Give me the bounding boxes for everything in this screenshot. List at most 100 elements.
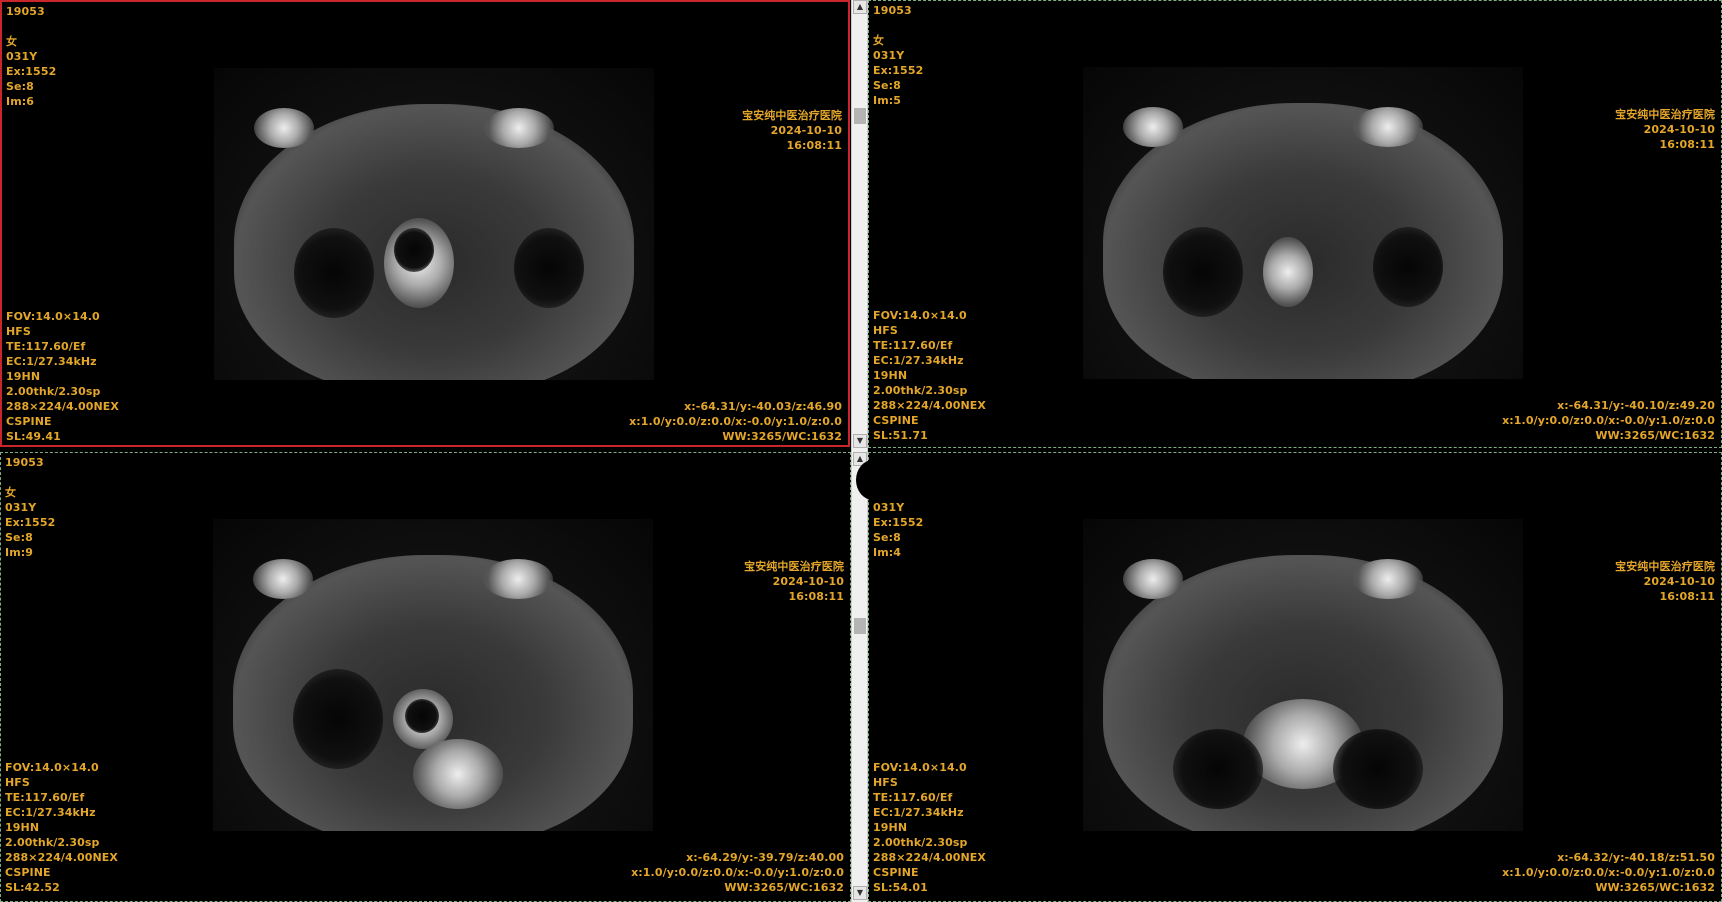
arrow-down-icon: ▼ xyxy=(856,436,864,445)
orientation: x:1.0/y:0.0/z:0.0/x:-0.0/y:1.0/z:0.0 xyxy=(631,866,844,879)
overlay-bottom-right: x:-64.29/y:-39.79/z:40.00 x:1.0/y:0.0/z:… xyxy=(631,850,844,895)
echo-bandwidth: EC:1/27.34kHz xyxy=(873,354,964,367)
position-coords: x:-64.29/y:-39.79/z:40.00 xyxy=(686,851,844,864)
overlay-bottom-right: x:-64.31/y:-40.10/z:49.20 x:1.0/y:0.0/z:… xyxy=(1502,398,1715,443)
coil: 19HN xyxy=(6,370,41,383)
exam-number: Ex:1552 xyxy=(5,516,56,529)
series-number: Se:8 xyxy=(873,531,901,544)
orientation: x:1.0/y:0.0/z:0.0/x:-0.0/y:1.0/z:0.0 xyxy=(1502,866,1715,879)
patient-age: 031Y xyxy=(873,501,905,514)
image-number: Im:4 xyxy=(873,546,902,559)
patient-id: 19053 xyxy=(5,456,44,469)
patient-id: 19053 xyxy=(6,5,45,18)
overlay-bottom-left: FOV:14.0×14.0 HFS TE:117.60/Ef EC:1/27.3… xyxy=(873,308,986,443)
position: HFS xyxy=(6,325,31,338)
scroll-thumb-bottom[interactable] xyxy=(854,618,866,634)
scroll-down-button[interactable]: ▼ xyxy=(853,434,867,448)
image-number: Im:5 xyxy=(873,94,902,107)
coil: 19HN xyxy=(873,821,908,834)
mri-image xyxy=(214,68,654,380)
vertical-scrollbar[interactable]: ▲ ▼ ▲ ▼ xyxy=(851,0,868,902)
window-level: WW:3265/WC:1632 xyxy=(1595,881,1715,894)
study-time: 16:08:11 xyxy=(1659,138,1715,151)
orientation: x:1.0/y:0.0/z:0.0/x:-0.0/y:1.0/z:0.0 xyxy=(1502,414,1715,427)
protocol: CSPINE xyxy=(6,415,52,428)
te: TE:117.60/Ef xyxy=(5,791,85,804)
overlay-top-left: 19053 女 031Y Ex:1552 Se:8 Im:6 xyxy=(6,4,56,109)
protocol: CSPINE xyxy=(873,866,919,879)
series-number: Se:8 xyxy=(5,531,33,544)
hospital-name: 宝安纯中医治疗医院 xyxy=(742,109,842,122)
fov: FOV:14.0×14.0 xyxy=(5,761,99,774)
te: TE:117.60/Ef xyxy=(873,791,953,804)
patient-age: 031Y xyxy=(5,501,37,514)
patient-sex: 女 xyxy=(6,35,18,48)
slice-location: SL:54.01 xyxy=(873,881,928,894)
matrix: 288×224/4.00NEX xyxy=(6,400,119,413)
cursor-marker xyxy=(856,460,890,500)
protocol: CSPINE xyxy=(873,414,919,427)
slice-location: SL:42.52 xyxy=(5,881,60,894)
overlay-bottom-right: x:-64.31/y:-40.03/z:46.90 x:1.0/y:0.0/z:… xyxy=(629,399,842,444)
coil: 19HN xyxy=(873,369,908,382)
study-date: 2024-10-10 xyxy=(770,124,842,137)
scroll-up-button[interactable]: ▲ xyxy=(853,0,867,14)
overlay-bottom-left: FOV:14.0×14.0 HFS TE:117.60/Ef EC:1/27.3… xyxy=(873,760,986,895)
overlay-top-right: 宝安纯中医治疗医院 2024-10-10 16:08:11 xyxy=(1615,107,1715,152)
series-number: Se:8 xyxy=(6,80,34,93)
image-number: Im:9 xyxy=(5,546,34,559)
position-coords: x:-64.31/y:-40.03/z:46.90 xyxy=(684,400,842,413)
echo-bandwidth: EC:1/27.34kHz xyxy=(6,355,97,368)
arrow-up-icon: ▲ xyxy=(856,454,864,463)
mri-image xyxy=(1083,67,1523,379)
window-level: WW:3265/WC:1632 xyxy=(722,430,842,443)
orientation: x:1.0/y:0.0/z:0.0/x:-0.0/y:1.0/z:0.0 xyxy=(629,415,842,428)
te: TE:117.60/Ef xyxy=(873,339,953,352)
patient-age: 031Y xyxy=(873,49,905,62)
window-level: WW:3265/WC:1632 xyxy=(724,881,844,894)
echo-bandwidth: EC:1/27.34kHz xyxy=(873,806,964,819)
position-coords: x:-64.31/y:-40.10/z:49.20 xyxy=(1557,399,1715,412)
fov: FOV:14.0×14.0 xyxy=(873,309,967,322)
matrix: 288×224/4.00NEX xyxy=(5,851,118,864)
slice-thickness: 2.00thk/2.30sp xyxy=(873,384,968,397)
study-date: 2024-10-10 xyxy=(1643,575,1715,588)
image-number: Im:6 xyxy=(6,95,35,108)
mri-image xyxy=(213,519,653,831)
fov: FOV:14.0×14.0 xyxy=(6,310,100,323)
exam-number: Ex:1552 xyxy=(873,516,924,529)
viewport-top-right[interactable]: 19053 女 031Y Ex:1552 Se:8 Im:5 宝安纯中医治疗医院… xyxy=(868,0,1722,448)
scroll-down-button[interactable]: ▼ xyxy=(853,886,867,900)
study-date: 2024-10-10 xyxy=(772,575,844,588)
patient-age: 031Y xyxy=(6,50,38,63)
study-date: 2024-10-10 xyxy=(1643,123,1715,136)
study-time: 16:08:11 xyxy=(786,139,842,152)
position-coords: x:-64.32/y:-40.18/z:51.50 xyxy=(1557,851,1715,864)
patient-sex: 女 xyxy=(5,486,17,499)
overlay-top-left: 19053 女 031Y Ex:1552 Se:8 Im:9 xyxy=(5,455,55,560)
viewport-top-left[interactable]: 19053 女 031Y Ex:1552 Se:8 Im:6 宝安纯中医治疗医院… xyxy=(0,0,850,447)
patient-id: 19053 xyxy=(873,4,912,17)
patient-name xyxy=(5,470,55,485)
position: HFS xyxy=(873,324,898,337)
arrow-up-icon: ▲ xyxy=(856,2,864,11)
exam-number: Ex:1552 xyxy=(873,64,924,77)
hospital-name: 宝安纯中医治疗医院 xyxy=(1615,108,1715,121)
matrix: 288×224/4.00NEX xyxy=(873,851,986,864)
scroll-thumb-top[interactable] xyxy=(854,108,866,124)
arrow-down-icon: ▼ xyxy=(856,888,864,897)
slice-thickness: 2.00thk/2.30sp xyxy=(873,836,968,849)
slice-location: SL:51.71 xyxy=(873,429,928,442)
viewport-bottom-left[interactable]: 19053 女 031Y Ex:1552 Se:8 Im:9 宝安纯中医治疗医院… xyxy=(0,452,851,902)
overlay-bottom-left: FOV:14.0×14.0 HFS TE:117.60/Ef EC:1/27.3… xyxy=(6,309,119,444)
overlay-top-right: 宝安纯中医治疗医院 2024-10-10 16:08:11 xyxy=(744,559,844,604)
overlay-top-left: 19053 女 031Y Ex:1552 Se:8 Im:5 xyxy=(873,3,923,108)
patient-sex: 女 xyxy=(873,34,885,47)
slice-thickness: 2.00thk/2.30sp xyxy=(5,836,100,849)
viewport-bottom-right[interactable]: 031Y Ex:1552 Se:8 Im:4 宝安纯中医治疗医院 2024-10… xyxy=(868,452,1722,902)
fov: FOV:14.0×14.0 xyxy=(873,761,967,774)
overlay-bottom-left: FOV:14.0×14.0 HFS TE:117.60/Ef EC:1/27.3… xyxy=(5,760,118,895)
echo-bandwidth: EC:1/27.34kHz xyxy=(5,806,96,819)
hospital-name: 宝安纯中医治疗医院 xyxy=(744,560,844,573)
series-number: Se:8 xyxy=(873,79,901,92)
